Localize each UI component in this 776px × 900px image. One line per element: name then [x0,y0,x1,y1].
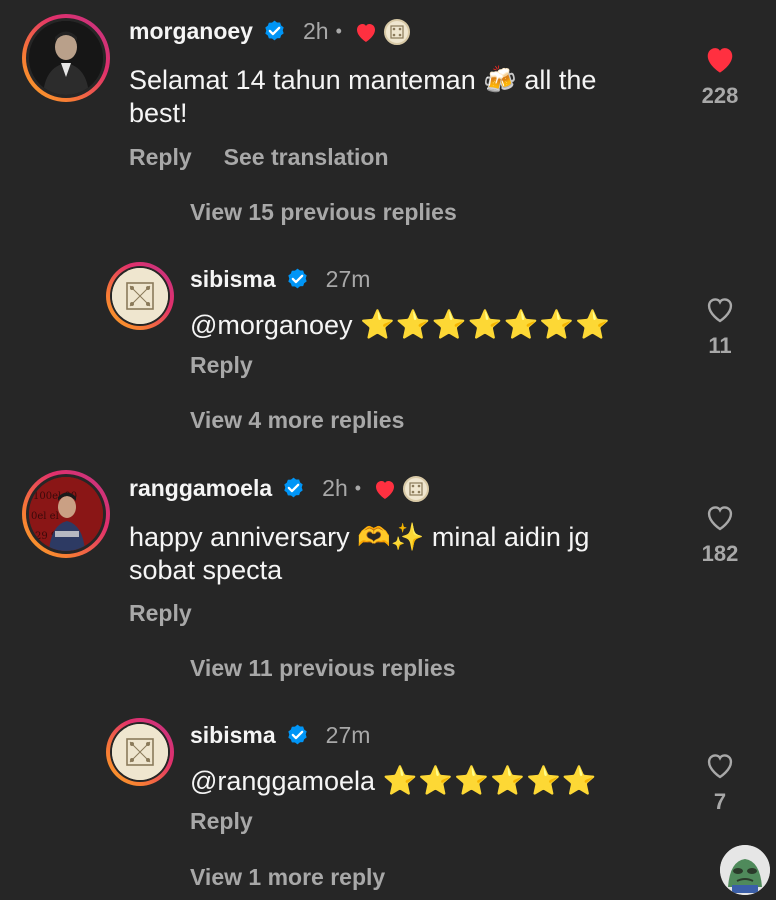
like-button[interactable]: 7 [680,750,760,815]
reply-button[interactable]: Reply [129,600,192,627]
see-translation-button[interactable]: See translation [224,144,389,171]
like-count: 7 [713,789,727,814]
frog-sticker-icon [720,845,770,895]
like-count: 228 [701,83,739,108]
verified-badge-icon [287,724,307,745]
avatar-image [112,268,168,324]
separator-dot: • [335,21,342,41]
avatar-image [29,21,103,95]
svg-text:0el el: 0el el [31,511,59,522]
heart-filled-icon [376,480,395,499]
username[interactable]: ranggamoela [129,475,272,502]
like-button[interactable]: 11 [680,294,760,359]
view-replies-button[interactable]: View 11 previous replies [190,655,456,682]
avatar-sibisma[interactable] [106,718,174,786]
heart-outline-icon[interactable] [704,294,736,324]
comment-time: 2h [302,18,329,44]
creator-avatar-icon [403,475,430,502]
like-button[interactable]: 228 [680,44,760,109]
heart-outline-icon[interactable] [704,502,736,532]
heart-outline-icon[interactable] [704,750,736,780]
creator-avatar-icon [383,18,410,45]
comment-time: 27m [325,722,371,748]
avatar-ranggamoela[interactable]: 100el 00 0el el 29 99 [22,470,110,558]
mention-link[interactable]: @morganoey [190,310,353,340]
avatar-image: 100el 00 0el el 29 99 [29,477,103,551]
comment-text: @ranggamoela ⭐⭐⭐⭐⭐⭐ [190,764,598,798]
verified-badge-icon [265,20,284,41]
view-replies-button[interactable]: View 15 previous replies [190,199,457,226]
comment-text: @morganoey ⭐⭐⭐⭐⭐⭐⭐ [190,308,611,342]
separator-dot: • [354,478,362,498]
creator-liked-indicator [354,18,410,45]
like-count: 11 [708,333,732,358]
username[interactable]: sibisma [190,266,276,293]
watermark-avatar [720,845,770,895]
reply-button[interactable]: Reply [190,352,253,379]
view-replies-button[interactable]: View 1 more reply [190,864,385,891]
star-emojis: ⭐⭐⭐⭐⭐⭐ [382,765,598,796]
heart-filled-icon[interactable] [703,44,737,74]
avatar-image [112,724,168,780]
verified-badge-icon [284,477,303,498]
heart-filled-icon [356,23,375,42]
view-replies-button[interactable]: View 4 more replies [190,407,404,434]
username[interactable]: morganoey [129,18,253,45]
like-button[interactable]: 182 [680,502,760,567]
reply-button[interactable]: Reply [129,144,192,171]
star-emojis: ⭐⭐⭐⭐⭐⭐⭐ [360,309,612,340]
reply-button[interactable]: Reply [190,808,253,835]
verified-badge-icon [287,268,307,289]
comment-time: 2h [322,475,348,501]
username[interactable]: sibisma [190,722,276,749]
avatar-morganoey[interactable] [22,14,110,102]
comment-text: happy anniversary 🫶✨ minal aidin jg soba… [129,522,590,585]
creator-liked-indicator [373,475,430,502]
comment-time: 27m [325,266,371,292]
comment-text: Selamat 14 tahun manteman 🍻 all the best… [129,65,597,128]
avatar-sibisma[interactable] [106,262,174,330]
mention-link[interactable]: @ranggamoela [190,766,375,796]
like-count: 182 [701,541,739,566]
